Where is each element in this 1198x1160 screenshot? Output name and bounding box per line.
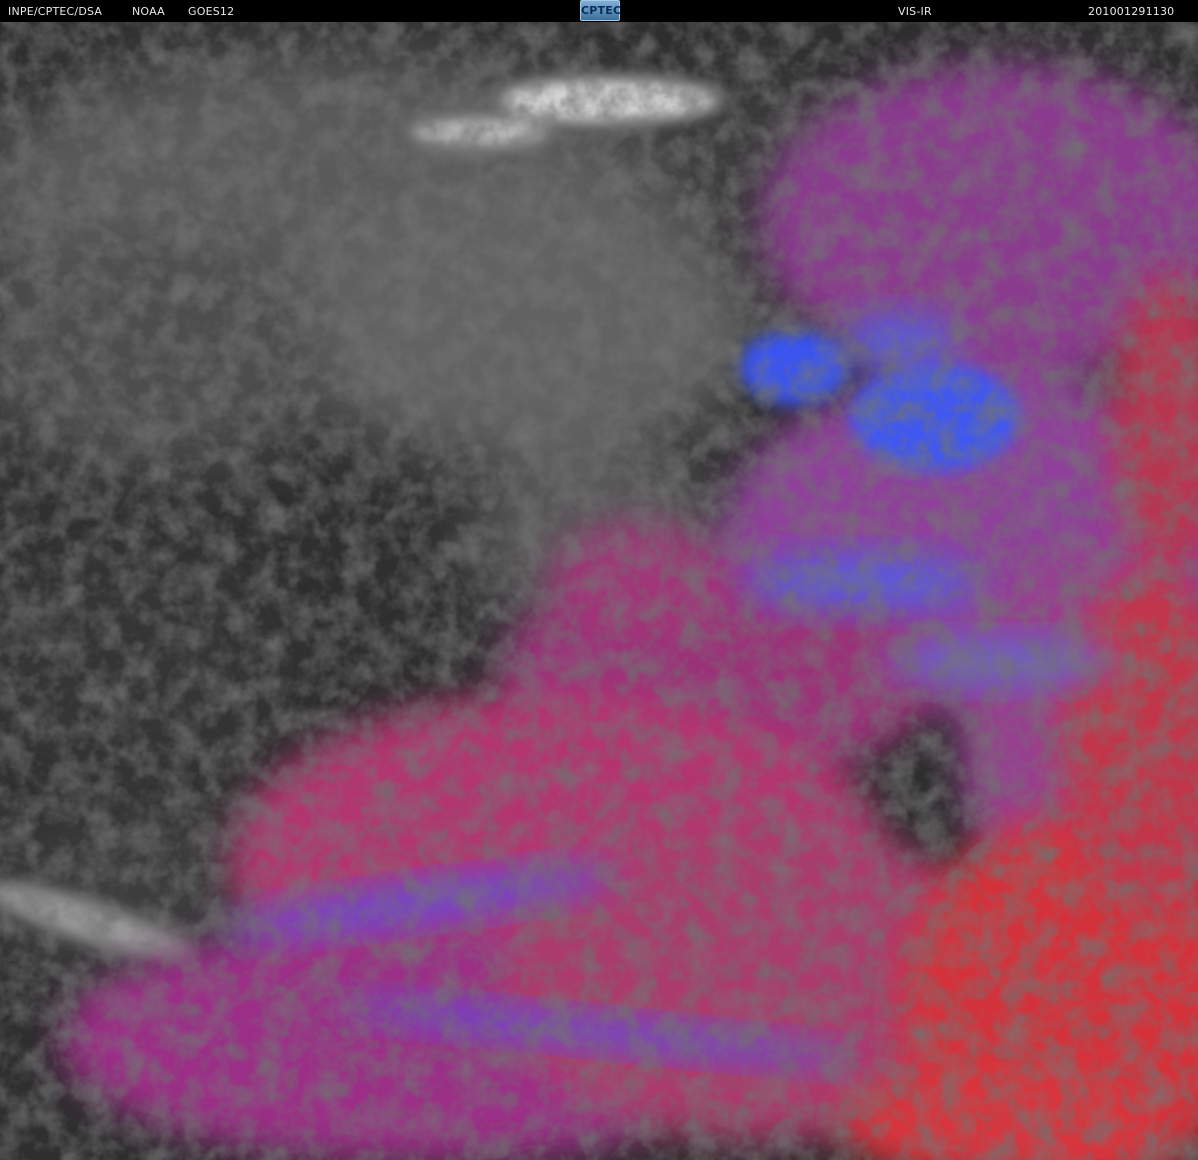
agency-label: INPE/CPTEC/DSA	[8, 5, 103, 18]
satellite-label: GOES12	[188, 5, 235, 18]
timestamp-label: 201001291130	[1088, 5, 1175, 18]
cptec-logo: CPTEC	[580, 0, 622, 21]
image-header: INPE/CPTEC/DSA NOAA GOES12 CPTEC VIS-IR …	[0, 0, 1198, 22]
product-label: VIS-IR	[898, 5, 932, 18]
satellite-image	[0, 22, 1198, 1160]
satellite-imagery-svg	[0, 22, 1198, 1160]
dark-gap-texture	[0, 22, 1198, 1160]
logo-text: CPTEC	[581, 4, 622, 17]
provider-label: NOAA	[132, 5, 165, 18]
